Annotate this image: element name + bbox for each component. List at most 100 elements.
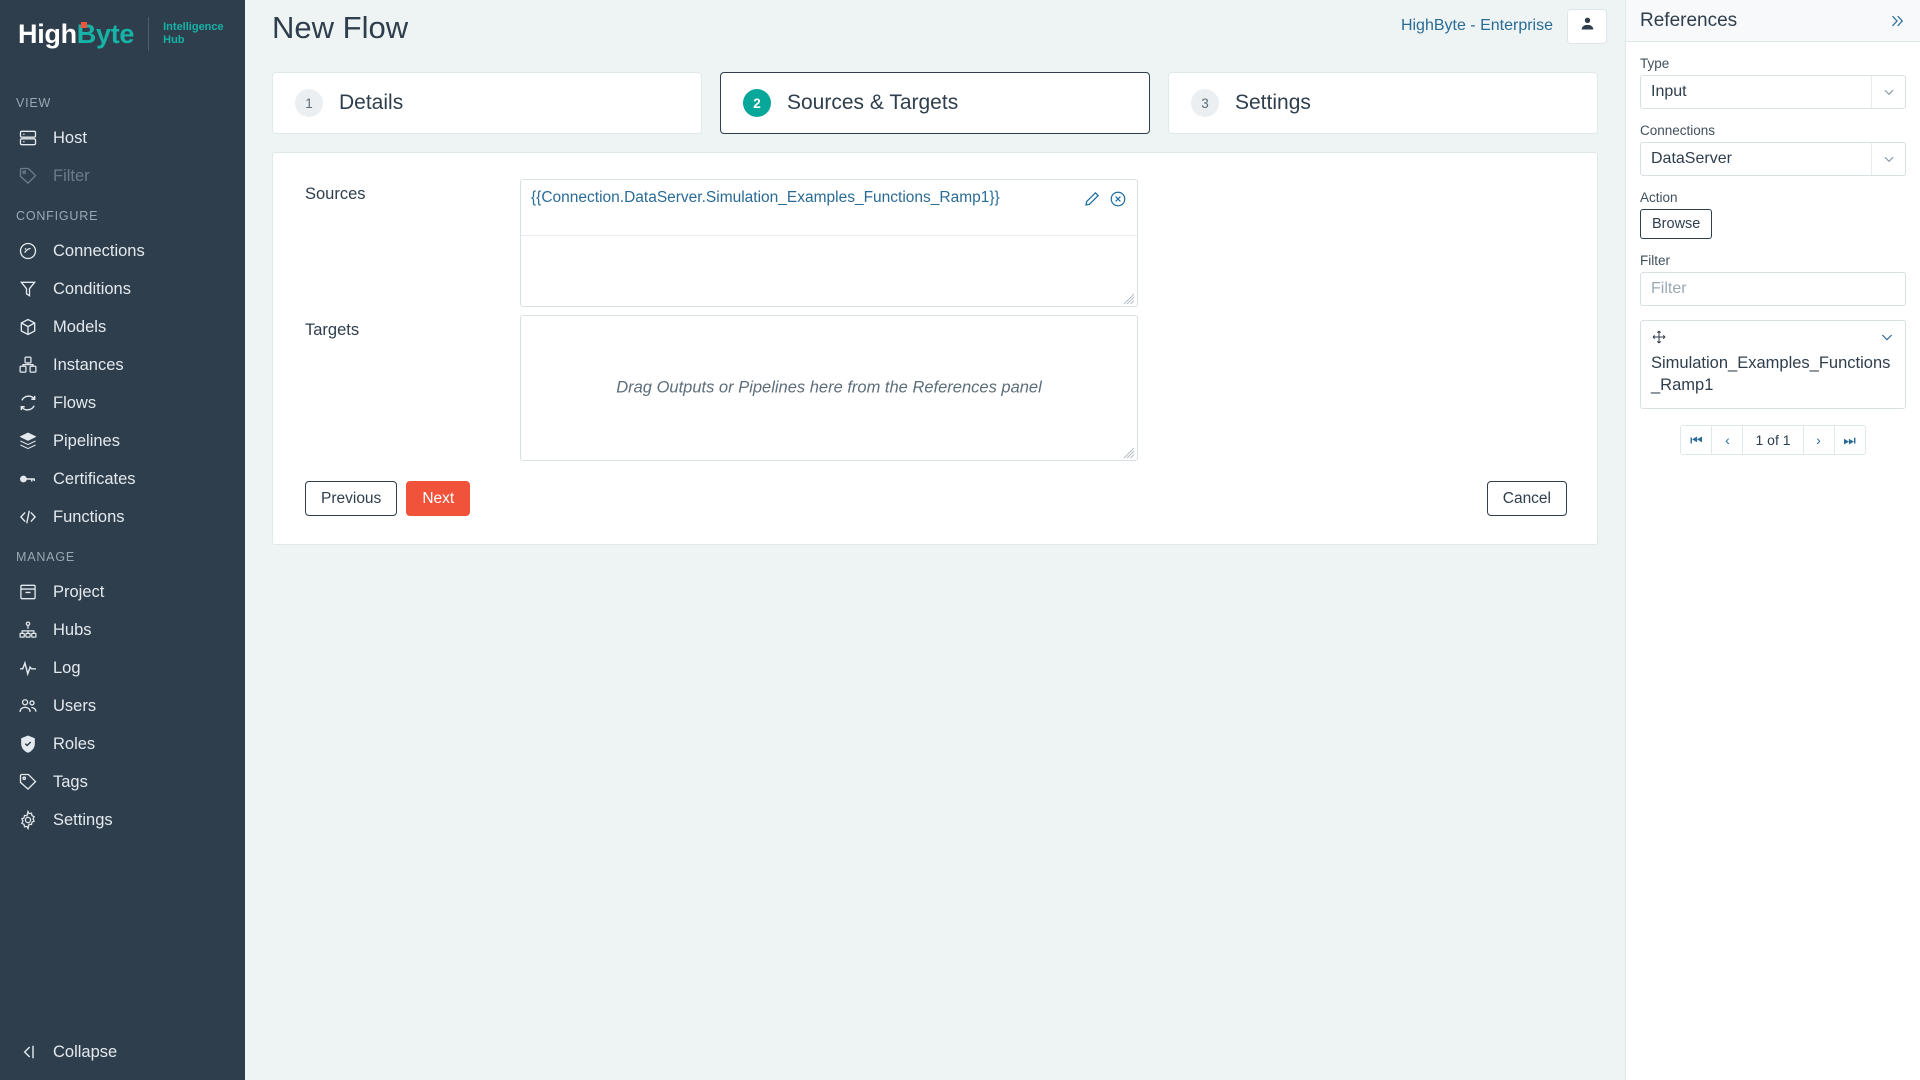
sidebar-item-filter: Filter bbox=[0, 157, 245, 195]
sources-dropzone[interactable]: {{Connection.DataServer.Simulation_Examp… bbox=[520, 179, 1138, 307]
sidebar-item-project[interactable]: Project bbox=[0, 573, 245, 611]
reference-item[interactable]: Simulation_Examples_Functions_Ramp1 bbox=[1640, 320, 1906, 409]
type-label: Type bbox=[1640, 56, 1670, 71]
sidebar-collapse-label: Collapse bbox=[53, 1042, 118, 1061]
sidebar-group-configure: CONFIGURE bbox=[16, 209, 99, 223]
page-title: New Flow bbox=[272, 10, 409, 45]
sidebar-item-tags[interactable]: Tags bbox=[0, 763, 245, 801]
type-select-value: Input bbox=[1651, 83, 1687, 100]
tab-settings[interactable]: 3 Settings bbox=[1168, 72, 1598, 134]
references-title: References bbox=[1640, 9, 1738, 31]
sources-resize-handle[interactable] bbox=[1123, 292, 1135, 305]
user-account-button[interactable] bbox=[1567, 8, 1607, 44]
connections-label: Connections bbox=[1640, 123, 1716, 138]
sidebar-item-label: Tags bbox=[53, 772, 88, 791]
sidebar-nav: VIEW Host Filter CONFIGURE Connections C… bbox=[0, 68, 245, 1024]
sidebar-item-log[interactable]: Log bbox=[0, 649, 245, 687]
sidebar-item-models[interactable]: Models bbox=[0, 308, 245, 346]
tab-details[interactable]: 1 Details bbox=[272, 72, 702, 134]
sidebar-item-functions[interactable]: Functions bbox=[0, 498, 245, 536]
targets-field-row: Targets Drag Outputs or Pipelines here f… bbox=[305, 315, 1567, 461]
sidebar-item-label: Instances bbox=[53, 355, 124, 374]
archive-icon bbox=[17, 581, 39, 603]
connections-field: Connections DataServer bbox=[1640, 123, 1906, 176]
sidebar-item-label: Filter bbox=[53, 166, 90, 185]
content-area: 1 Details 2 Sources & Targets 3 Settings… bbox=[245, 72, 1625, 545]
shield-check-icon bbox=[17, 733, 39, 755]
sidebar-item-conditions[interactable]: Conditions bbox=[0, 270, 245, 308]
sidebar-item-label: Users bbox=[53, 696, 97, 715]
chevron-down-icon bbox=[1871, 76, 1905, 108]
sidebar-item-certificates[interactable]: Certificates bbox=[0, 460, 245, 498]
pager-last-button[interactable]: ⏭ bbox=[1833, 425, 1866, 455]
browse-button[interactable]: Browse bbox=[1640, 209, 1713, 239]
sidebar-item-roles[interactable]: Roles bbox=[0, 725, 245, 763]
sidebar-item-settings[interactable]: Settings bbox=[0, 801, 245, 839]
sidebar-item-pipelines[interactable]: Pipelines bbox=[0, 422, 245, 460]
sidebar-collapse-button[interactable]: Collapse bbox=[0, 1024, 245, 1080]
sidebar-item-connections[interactable]: Connections bbox=[0, 232, 245, 270]
pager-prev-button[interactable]: ‹ bbox=[1711, 425, 1744, 455]
logo-dot-accent bbox=[81, 21, 87, 28]
sidebar-group-view: VIEW bbox=[16, 96, 52, 110]
sidebar-item-label: Models bbox=[53, 317, 107, 336]
step-label: Settings bbox=[1235, 91, 1311, 114]
sidebar-group-manage: MANAGE bbox=[16, 550, 75, 564]
sidebar-item-instances[interactable]: Instances bbox=[0, 346, 245, 384]
users-icon bbox=[17, 695, 39, 717]
step-number: 1 bbox=[295, 89, 323, 117]
type-field: Type Input bbox=[1640, 56, 1906, 109]
pager-first-button[interactable]: ⏮ bbox=[1680, 425, 1713, 455]
flow-form-panel: Sources {{Connection.DataServer.Simulati… bbox=[272, 152, 1598, 545]
sidebar-item-host[interactable]: Host bbox=[0, 119, 245, 157]
sidebar-item-label: Connections bbox=[53, 241, 145, 260]
move-icon[interactable] bbox=[1651, 329, 1667, 350]
user-icon bbox=[1579, 15, 1596, 37]
action-label: Action bbox=[1640, 190, 1678, 205]
pencil-icon[interactable] bbox=[1083, 190, 1101, 208]
pager-next-button[interactable]: › bbox=[1802, 425, 1835, 455]
chevron-down-icon bbox=[1871, 143, 1905, 175]
sidebar-item-hubs[interactable]: Hubs bbox=[0, 611, 245, 649]
reference-item-name: Simulation_Examples_Functions_Ramp1 bbox=[1651, 354, 1891, 394]
action-field: Action Browse bbox=[1640, 190, 1906, 239]
sidebar-item-users[interactable]: Users bbox=[0, 687, 245, 725]
logo-divider bbox=[148, 17, 150, 51]
cube-icon bbox=[17, 316, 39, 338]
targets-dropzone[interactable]: Drag Outputs or Pipelines here from the … bbox=[520, 315, 1138, 461]
gear-icon bbox=[17, 809, 39, 831]
sidebar: HighByte Intelligence Hub VIEW Host Filt… bbox=[0, 0, 245, 1080]
tag-icon bbox=[17, 165, 39, 187]
targets-resize-handle[interactable] bbox=[1123, 446, 1135, 459]
sidebar-item-label: Log bbox=[53, 658, 81, 677]
filter-input[interactable] bbox=[1640, 272, 1906, 306]
double-chevron-right-icon[interactable] bbox=[1888, 12, 1906, 30]
chevron-down-icon[interactable] bbox=[1879, 329, 1895, 350]
connections-select[interactable]: DataServer bbox=[1640, 142, 1906, 176]
type-select[interactable]: Input bbox=[1640, 75, 1906, 109]
next-button[interactable]: Next bbox=[406, 481, 471, 516]
sidebar-item-label: Project bbox=[53, 582, 105, 601]
references-pagination: ⏮ ‹ 1 of 1 › ⏭ bbox=[1640, 425, 1906, 455]
references-body: Type Input Connections DataServer Action… bbox=[1626, 42, 1920, 455]
tab-sources-targets[interactable]: 2 Sources & Targets bbox=[720, 72, 1150, 134]
logo-wordmark: HighByte bbox=[18, 19, 134, 50]
filter-field: Filter bbox=[1640, 253, 1906, 306]
logo-text-high: High bbox=[18, 18, 77, 49]
server-icon bbox=[17, 127, 39, 149]
source-item[interactable]: {{Connection.DataServer.Simulation_Examp… bbox=[521, 180, 1137, 236]
connections-select-value: DataServer bbox=[1651, 150, 1732, 167]
collapse-left-icon bbox=[17, 1041, 39, 1063]
remove-circle-icon[interactable] bbox=[1109, 190, 1127, 208]
sidebar-item-flows[interactable]: Flows bbox=[0, 384, 245, 422]
main-area: HighByte - Enterprise New Flow 1 Details… bbox=[245, 0, 1625, 1080]
pager-page-label: 1 of 1 bbox=[1742, 425, 1804, 455]
targets-label: Targets bbox=[305, 321, 360, 339]
reference-item-header bbox=[1651, 329, 1895, 350]
key-icon bbox=[17, 468, 39, 490]
previous-button[interactable]: Previous bbox=[305, 481, 398, 516]
refresh-icon bbox=[17, 392, 39, 414]
cancel-button[interactable]: Cancel bbox=[1486, 481, 1567, 516]
sidebar-item-label: Certificates bbox=[53, 469, 136, 488]
app-logo[interactable]: HighByte Intelligence Hub bbox=[0, 0, 245, 68]
